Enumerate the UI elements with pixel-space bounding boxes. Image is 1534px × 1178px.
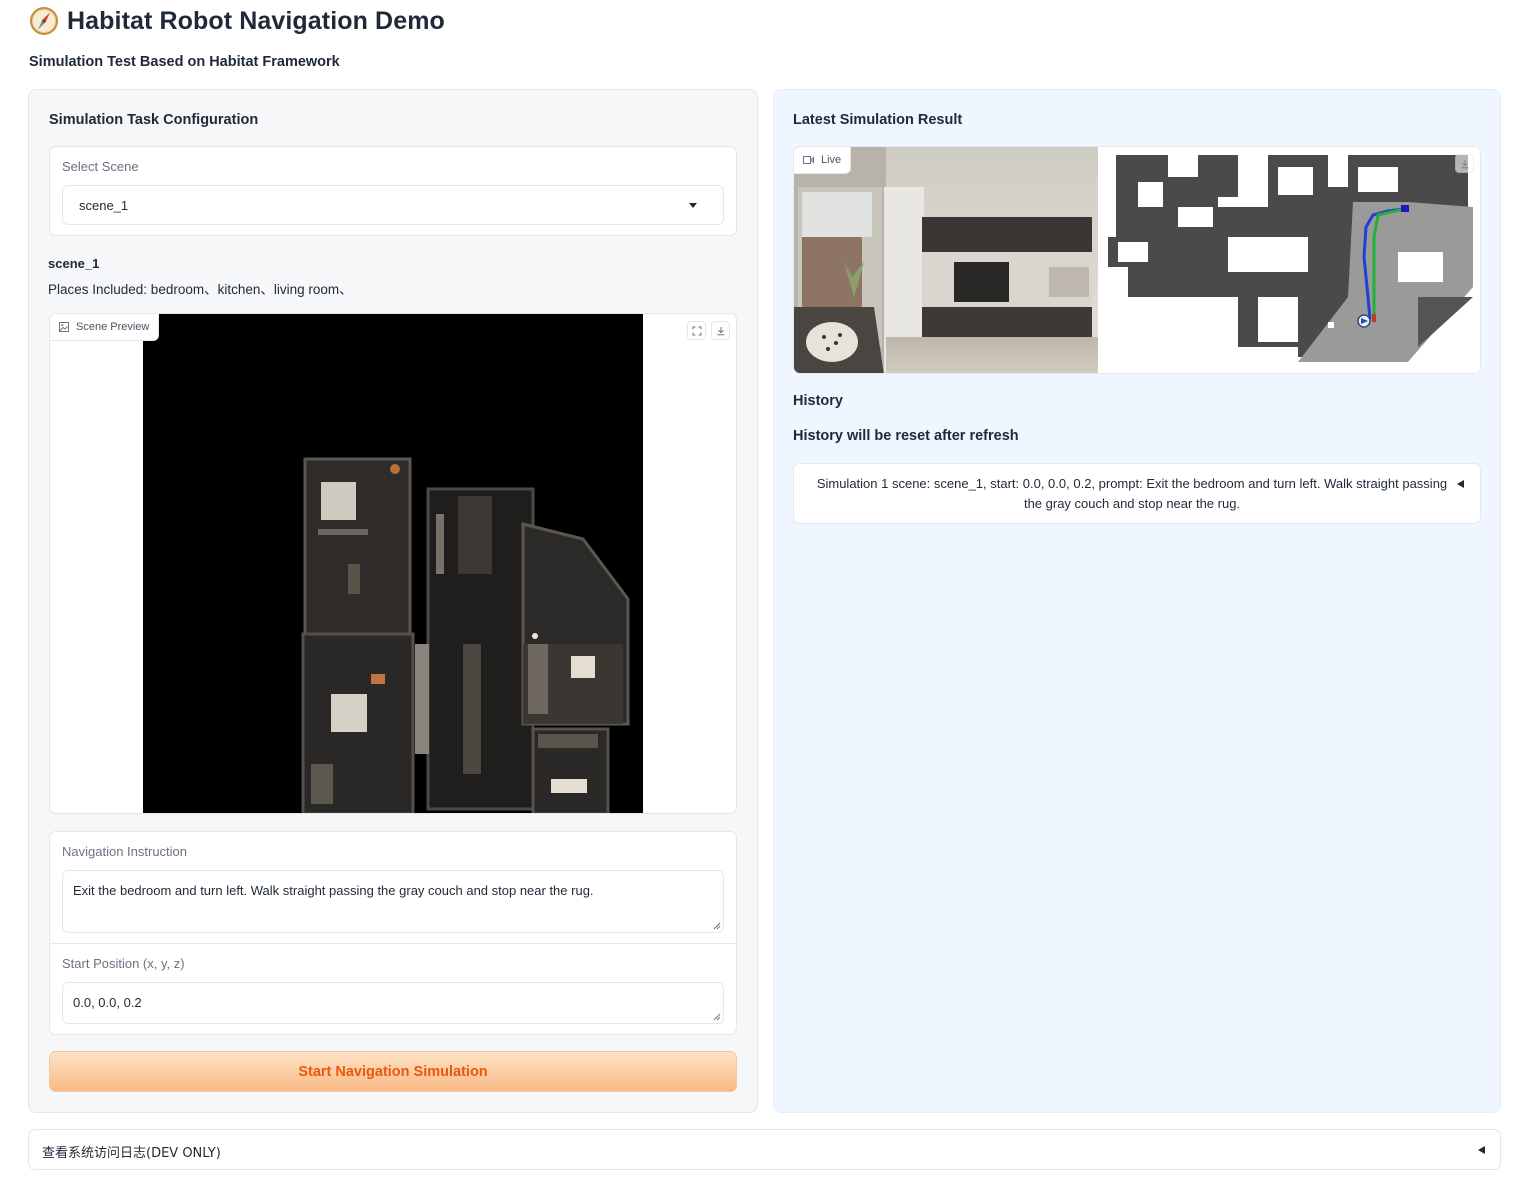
- instruction-block: Navigation Instruction Exit the bedroom …: [49, 831, 737, 1035]
- image-icon: [59, 322, 69, 332]
- scene-info-places: Places Included: bedroom、kitchen、living …: [48, 282, 353, 297]
- fullscreen-button[interactable]: [687, 321, 706, 340]
- download-icon: [717, 326, 724, 335]
- dev-log-label: 查看系统访问日志(DEV ONLY): [42, 1146, 221, 1161]
- camera-view-image: [794, 147, 1098, 373]
- triangle-left-icon: [1457, 480, 1464, 488]
- scene-preview-badge: Scene Preview: [50, 314, 160, 341]
- video-camera-icon: [803, 156, 814, 164]
- scene-dropdown[interactable]: scene_1: [62, 185, 724, 225]
- topdown-map-image: [1098, 147, 1480, 373]
- history-title: History: [793, 393, 843, 409]
- download-button[interactable]: [711, 321, 730, 340]
- scene-preview-label: Scene Preview: [76, 321, 150, 333]
- result-section-title: Latest Simulation Result: [793, 112, 963, 128]
- page-title: Habitat Robot Navigation Demo: [67, 6, 445, 35]
- start-position-label: Start Position (x, y, z): [62, 956, 185, 971]
- select-scene-label: Select Scene: [62, 159, 139, 174]
- result-video[interactable]: Live: [793, 146, 1481, 374]
- resize-grip-icon[interactable]: [713, 1013, 721, 1021]
- field-divider: [50, 943, 736, 944]
- resize-grip-icon[interactable]: [713, 922, 721, 930]
- live-label: Live: [821, 154, 842, 166]
- result-download-button[interactable]: [1455, 154, 1474, 173]
- scene-dropdown-value: scene_1: [79, 198, 129, 213]
- config-section-title: Simulation Task Configuration: [49, 112, 259, 128]
- fullscreen-icon: [692, 326, 701, 335]
- start-position-value: 0.0, 0.0, 0.2: [73, 995, 142, 1010]
- start-position-textarea[interactable]: 0.0, 0.0, 0.2: [62, 982, 724, 1024]
- page-subtitle: Simulation Test Based on Habitat Framewo…: [29, 54, 340, 70]
- scene-topdown-image: [143, 314, 643, 813]
- app-header: Habitat Robot Navigation Demo: [29, 5, 445, 37]
- instruction-value: Exit the bedroom and turn left. Walk str…: [73, 883, 594, 898]
- select-scene-block: Select Scene scene_1: [49, 146, 737, 236]
- start-navigation-button[interactable]: Start Navigation Simulation: [49, 1051, 737, 1092]
- scene-preview: Scene Preview: [49, 313, 737, 814]
- history-note: History will be reset after refresh: [793, 428, 1019, 444]
- download-icon: [1461, 159, 1468, 168]
- dev-log-accordion[interactable]: 查看系统访问日志(DEV ONLY): [28, 1129, 1501, 1170]
- live-badge: Live: [794, 147, 852, 174]
- chevron-down-icon: [689, 203, 697, 208]
- triangle-left-icon: [1478, 1146, 1485, 1154]
- instruction-textarea[interactable]: Exit the bedroom and turn left. Walk str…: [62, 870, 724, 933]
- scene-info-name: scene_1: [48, 256, 100, 271]
- compass-icon: [30, 7, 58, 35]
- instruction-label: Navigation Instruction: [62, 844, 188, 859]
- history-item[interactable]: Simulation 1 scene: scene_1, start: 0.0,…: [793, 463, 1481, 524]
- history-item-text: Simulation 1 scene: scene_1, start: 0.0,…: [816, 476, 1448, 511]
